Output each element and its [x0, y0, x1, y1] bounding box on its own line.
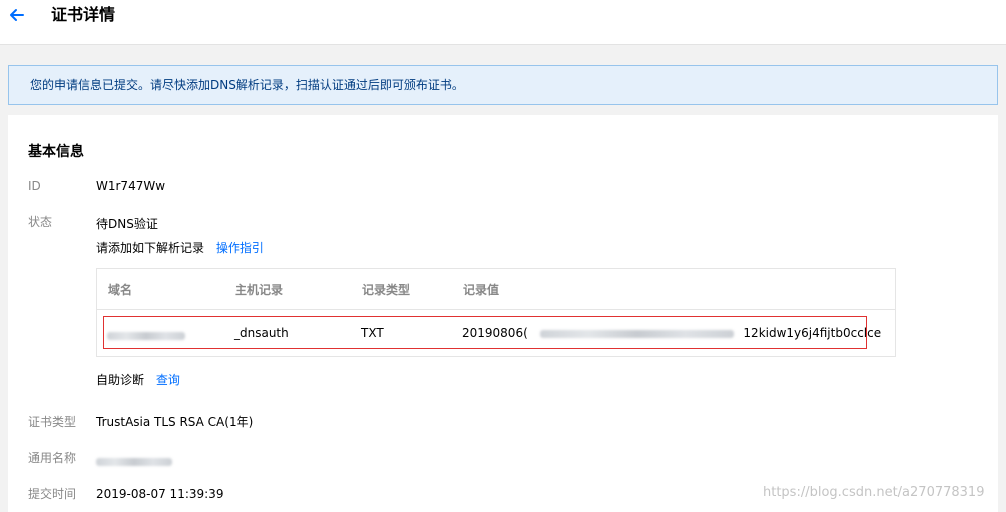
redacted-value	[539, 329, 734, 338]
column-header-value: 记录值	[463, 283, 500, 297]
submit-time-value: 2019-08-07 11:39:39	[96, 487, 224, 501]
cert-type-label: 证书类型	[28, 415, 77, 429]
redacted-common-name	[96, 458, 172, 466]
common-name-value-redacted	[96, 454, 172, 470]
arrow-left-icon[interactable]	[7, 5, 27, 25]
self-diagnose-row: 自助诊断 查询	[96, 372, 180, 388]
cert-type-value: TrustAsia TLS RSA CA(1年)	[96, 415, 254, 429]
add-record-hint: 请添加如下解析记录	[96, 241, 205, 255]
status-value: 待DNS验证	[96, 217, 158, 231]
value-cell: 20190806( 12kidw1y6j4fijtb0cclce	[462, 325, 881, 341]
section-title: 基本信息	[28, 144, 84, 160]
id-value: W1r747Ww	[96, 179, 166, 193]
status-label: 状态	[28, 215, 53, 229]
dns-record-table: 域名 主机记录 记录类型 记录值 _dnsauth TXT 20190806( …	[96, 268, 896, 357]
common-name-label: 通用名称	[28, 451, 77, 465]
query-link[interactable]: 查询	[156, 373, 180, 387]
notice-banner: 您的申请信息已提交。请尽快添加DNS解析记录，扫描认证通过后即可颁布证书。	[8, 65, 998, 105]
column-header-type: 记录类型	[362, 283, 411, 297]
notice-text: 您的申请信息已提交。请尽快添加DNS解析记录，扫描认证通过后即可颁布证书。	[30, 78, 464, 92]
self-diagnose-label: 自助诊断	[96, 373, 145, 387]
dns-record-row: _dnsauth TXT 20190806( 12kidw1y6j4fijtb0…	[103, 316, 881, 349]
value-prefix: 20190806(	[462, 326, 528, 340]
id-label: ID	[28, 179, 41, 193]
column-header-domain: 域名	[108, 283, 133, 297]
basic-info-card: 基本信息 ID W1r747Ww 状态 待DNS验证 请添加如下解析记录 操作指…	[8, 115, 998, 512]
host-cell: _dnsauth	[234, 326, 289, 340]
add-record-hint-row: 请添加如下解析记录 操作指引	[96, 240, 264, 256]
dns-table-header: 域名 主机记录 记录类型 记录值	[97, 269, 895, 310]
redacted-domain	[107, 332, 185, 340]
watermark: https://blog.csdn.net/a270778319	[763, 485, 985, 500]
value-suffix: 12kidw1y6j4fijtb0cclce	[743, 326, 882, 340]
page-title: 证书详情	[51, 5, 116, 24]
type-cell: TXT	[361, 326, 384, 340]
column-header-host: 主机记录	[235, 283, 284, 297]
guide-link[interactable]: 操作指引	[216, 241, 264, 255]
page-header: 证书详情	[0, 0, 1006, 45]
domain-cell-redacted	[107, 328, 185, 344]
submit-time-label: 提交时间	[28, 487, 77, 501]
